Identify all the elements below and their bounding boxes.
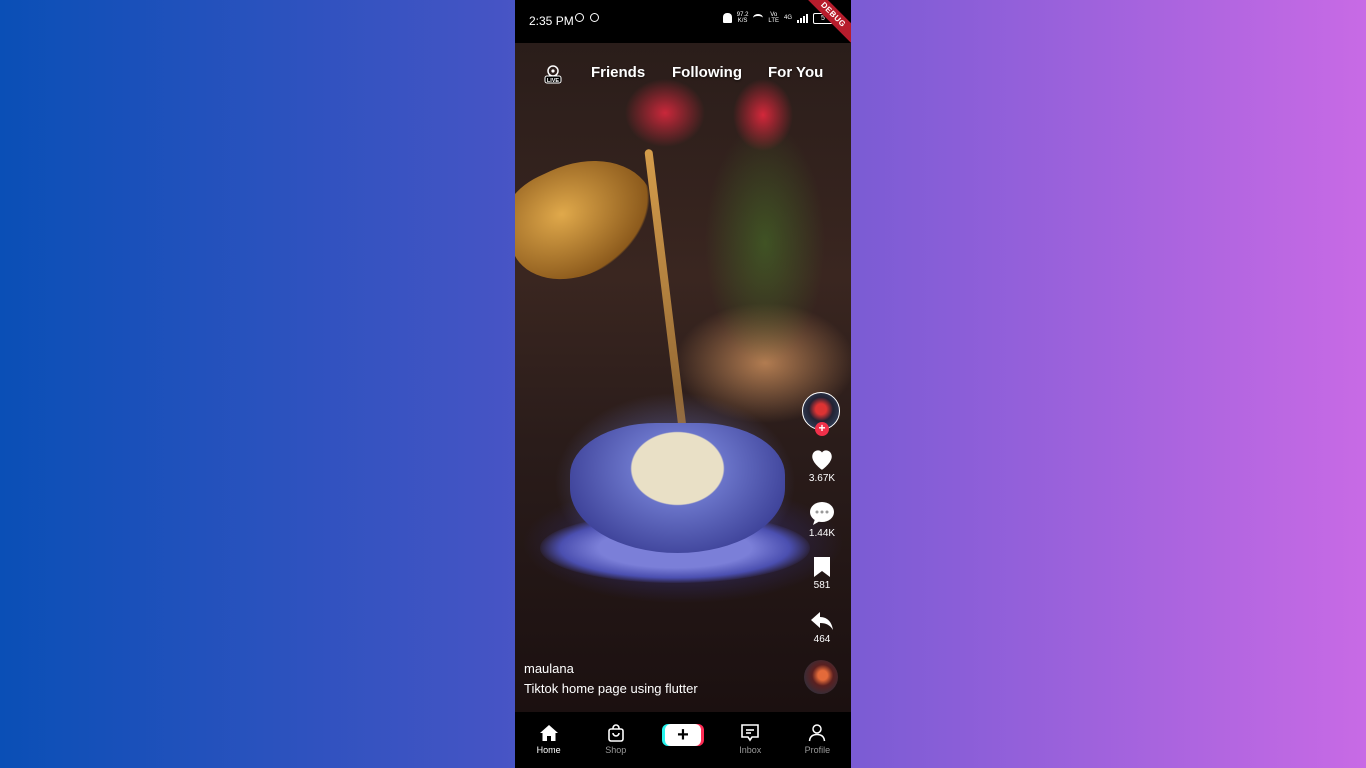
- nav-home-label: Home: [536, 745, 561, 755]
- heart-icon: [812, 450, 832, 470]
- signal-icon: [797, 13, 808, 23]
- status-bar: 2:35 PM 97.2 K/S Vo LTE 4G 5 DEBUG: [515, 0, 851, 49]
- share-button[interactable]: 464: [793, 610, 851, 645]
- bookmark-icon: [814, 557, 830, 577]
- follow-plus-button[interactable]: +: [815, 422, 829, 436]
- nav-home[interactable]: Home: [515, 712, 582, 768]
- network-speed-unit: K/S: [737, 18, 748, 24]
- status-icons-left: [575, 13, 599, 22]
- nav-create[interactable]: +: [649, 712, 716, 768]
- caption-username[interactable]: maulana: [524, 661, 698, 676]
- network-speed: 97.2 K/S: [737, 12, 749, 24]
- nav-shop-label: Shop: [605, 745, 627, 755]
- nav-inbox-label: Inbox: [739, 745, 762, 755]
- debug-banner: DEBUG: [799, 0, 851, 49]
- profile-icon: [809, 724, 826, 742]
- video-teacup: [570, 423, 785, 553]
- status-time: 2:35 PM: [529, 14, 574, 28]
- shopping-bag-icon: [607, 724, 624, 742]
- top-nav: LIVE Friends Following For You: [515, 60, 851, 86]
- live-icon-label: LIVE: [547, 78, 560, 84]
- comment-count: 1.44K: [808, 528, 836, 539]
- whatsapp-icon: [575, 13, 584, 22]
- share-icon: [811, 612, 833, 630]
- create-plus-button[interactable]: +: [665, 724, 701, 746]
- bookmark-count: 581: [813, 580, 831, 591]
- comment-icon: [810, 502, 834, 525]
- nav-inbox[interactable]: Inbox: [717, 712, 784, 768]
- volte-indicator: Vo LTE: [768, 12, 779, 24]
- video-caption: maulana Tiktok home page using flutter: [524, 661, 698, 696]
- bell-muted-icon: [722, 13, 732, 23]
- nav-profile-label: Profile: [804, 745, 831, 755]
- comment-button[interactable]: 1.44K: [793, 500, 851, 539]
- phone-screen: 2:35 PM 97.2 K/S Vo LTE 4G 5 DEBUG LIVE …: [515, 0, 851, 768]
- tab-following[interactable]: Following: [672, 64, 742, 81]
- network-type: 4G: [783, 15, 792, 21]
- bottom-nav: Home Shop + Inbox Profile: [515, 712, 851, 768]
- wifi-icon: [753, 14, 764, 22]
- caption-description: Tiktok home page using flutter: [524, 681, 698, 696]
- inbox-icon: [741, 724, 760, 742]
- like-button[interactable]: 3.67K: [793, 447, 851, 484]
- live-icon[interactable]: LIVE: [543, 64, 562, 84]
- status-icons-right: 97.2 K/S Vo LTE 4G 5: [722, 12, 833, 24]
- share-count: 464: [813, 634, 831, 645]
- like-count: 3.67K: [808, 473, 836, 484]
- notification-app-icon: [590, 13, 599, 22]
- music-disc[interactable]: [804, 660, 838, 694]
- tab-for-you[interactable]: For You: [768, 64, 823, 81]
- volte-sub-label: LTE: [768, 18, 779, 24]
- bookmark-button[interactable]: 581: [793, 556, 851, 591]
- nav-profile[interactable]: Profile: [784, 712, 851, 768]
- nav-shop[interactable]: Shop: [582, 712, 649, 768]
- tab-friends[interactable]: Friends: [591, 64, 645, 81]
- home-icon: [539, 725, 558, 741]
